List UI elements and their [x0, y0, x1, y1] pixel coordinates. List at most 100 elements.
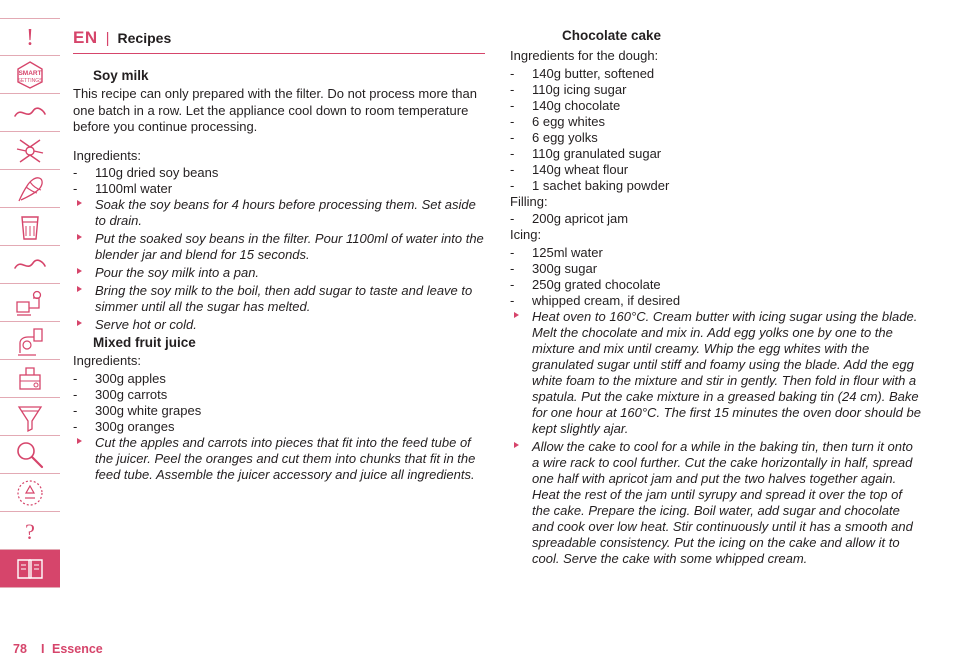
filling-ingredients-list: - 200g apricot jam — [510, 211, 922, 227]
dash-bullet: - — [510, 113, 515, 129]
sidebar-item-filter[interactable] — [0, 208, 60, 246]
footer-separator: I — [41, 642, 45, 656]
dash-bullet: - — [510, 161, 515, 177]
list-item: - 140g wheat flour — [510, 162, 922, 178]
dash-bullet: - — [510, 292, 515, 308]
list-item: - 300g sugar — [510, 261, 922, 277]
dough-label: Ingredients for the dough: — [510, 48, 659, 63]
dash-bullet: - — [73, 181, 78, 197]
chopper-blade-icon — [16, 138, 44, 163]
ingredient-text: 140g wheat flour — [532, 161, 629, 177]
triangle-bullet-icon — [77, 286, 82, 293]
ingredient-text: 110g granulated sugar — [532, 145, 662, 161]
step-text: Soak the soy beans for 4 hours before pr… — [95, 197, 476, 229]
list-item: - 250g grated chocolate — [510, 277, 922, 293]
ingredient-text: 110g dried soy beans — [95, 165, 219, 181]
sidebar-item-blender[interactable] — [0, 94, 60, 132]
header-separator: | — [105, 30, 110, 47]
step-text: Allow the cake to cool for a while in th… — [532, 438, 913, 566]
sidebar-item-whisk[interactable] — [0, 170, 60, 208]
help-icon: ? — [25, 519, 35, 544]
ingredient-text: 300g sugar — [532, 260, 598, 276]
list-item: Bring the soy milk to the boil, then add… — [73, 283, 485, 315]
juicer-press-icon — [18, 327, 43, 356]
svg-text:!: ! — [26, 25, 34, 50]
ingredient-text: 250g grated chocolate — [532, 276, 661, 292]
dash-bullet: - — [510, 129, 515, 145]
list-item: - 6 egg yolks — [510, 130, 922, 146]
steps-list-mixed-fruit-juice: Cut the apples and carrots into pieces t… — [73, 435, 485, 483]
list-item: Heat oven to 160°C. Cream butter with ic… — [510, 309, 922, 437]
step-text: Cut the apples and carrots into pieces t… — [95, 434, 476, 482]
sidebar-item-chopper-blade[interactable] — [0, 132, 60, 170]
step-text: Heat oven to 160°C. Cream butter with ic… — [532, 308, 921, 436]
mini-chopper-icon — [14, 258, 46, 269]
sidebar-item-juicer[interactable] — [0, 360, 60, 398]
dash-bullet: - — [510, 81, 515, 97]
sidebar-item-warning[interactable]: ! — [0, 18, 60, 56]
grinder-icon — [16, 290, 42, 316]
juicer-icon — [19, 366, 41, 390]
sidebar-item-strainer[interactable] — [0, 398, 60, 436]
ingredient-text: 200g apricot jam — [532, 211, 629, 227]
ingredient-text: 110g icing sugar — [532, 81, 627, 97]
list-item: - 200g apricot jam — [510, 211, 922, 227]
sidebar-item-grinder[interactable] — [0, 284, 60, 322]
ingredient-text: 140g butter, softened — [532, 65, 655, 81]
page-footer: 78 I Essence — [0, 642, 954, 662]
list-item: Pour the soy milk into a pan. — [73, 265, 485, 281]
page-title: Recipes — [117, 30, 172, 46]
recycling-icon — [17, 479, 43, 506]
triangle-bullet-icon — [514, 441, 519, 448]
strainer-icon — [17, 405, 43, 432]
left-column: EN | Recipes Soy milk This recipe can on… — [73, 28, 485, 485]
list-item: - 110g icing sugar — [510, 82, 922, 98]
filter-cup-icon — [21, 215, 39, 240]
dash-bullet: - — [510, 177, 515, 193]
dash-bullet: - — [73, 418, 78, 434]
list-item: Cut the apples and carrots into pieces t… — [73, 435, 485, 483]
smart-settings-icon: SMART SETTINGS — [17, 60, 43, 89]
page-content: EN | Recipes Soy milk This recipe can on… — [60, 0, 954, 672]
ingredient-text: whipped cream, if desired — [532, 292, 681, 308]
steps-list-soy-milk: Soak the soy beans for 4 hours before pr… — [73, 197, 485, 333]
list-item: - 300g apples — [73, 371, 485, 387]
recipes-icon — [17, 558, 43, 579]
sidebar-item-mini-chopper[interactable] — [0, 246, 60, 284]
sidebar-item-smart-settings[interactable]: SMART SETTINGS — [0, 56, 60, 94]
dash-bullet: - — [73, 370, 78, 386]
ingredients-list-soy-milk: - 110g dried soy beans - 1100ml water — [73, 165, 485, 197]
triangle-bullet-icon — [77, 200, 82, 207]
sidebar-item-help[interactable]: ? — [0, 512, 60, 550]
sidebar-item-citrus-press[interactable] — [0, 322, 60, 360]
list-item: - 1100ml water — [73, 181, 485, 197]
triangle-bullet-icon — [77, 234, 82, 241]
list-item: - whipped cream, if desired — [510, 293, 922, 309]
ingredient-text: 6 egg yolks — [532, 129, 598, 145]
list-item: - 140g chocolate — [510, 98, 922, 114]
dash-bullet: - — [510, 211, 515, 227]
icing-ingredients-list: - 125ml water - 300g sugar - 250g grated ch… — [510, 245, 922, 309]
list-item: Allow the cake to cool for a while in th… — [510, 439, 922, 567]
list-item: Put the soaked soy beans in the filter. … — [73, 231, 485, 263]
triangle-bullet-icon — [514, 311, 519, 318]
dash-bullet: - — [73, 165, 78, 181]
sidebar-item-cleaning[interactable] — [0, 436, 60, 474]
steps-list-chocolate-cake: Heat oven to 160°C. Cream butter with ic… — [510, 309, 922, 567]
dash-bullet: - — [510, 97, 515, 113]
language-header: EN | Recipes — [73, 28, 485, 54]
recipe-title-soy-milk: Soy milk — [93, 68, 149, 83]
dash-bullet: - — [510, 145, 515, 161]
blender-jar-icon — [14, 106, 46, 117]
svg-text:?: ? — [25, 519, 35, 544]
ingredients-label-mixed-fruit-juice: Ingredients: — [73, 353, 141, 369]
cleaning-brush-icon — [17, 441, 44, 468]
sidebar-item-recipes[interactable] — [0, 550, 60, 588]
list-item: - 110g dried soy beans — [73, 165, 485, 181]
page-number: 78 — [13, 642, 27, 656]
recipe-title-chocolate-cake: Chocolate cake — [562, 28, 662, 43]
icing-label: Icing: — [510, 227, 542, 243]
dash-bullet: - — [510, 260, 515, 276]
sidebar-item-recycling[interactable] — [0, 474, 60, 512]
ingredient-text: 6 egg whites — [532, 113, 605, 129]
